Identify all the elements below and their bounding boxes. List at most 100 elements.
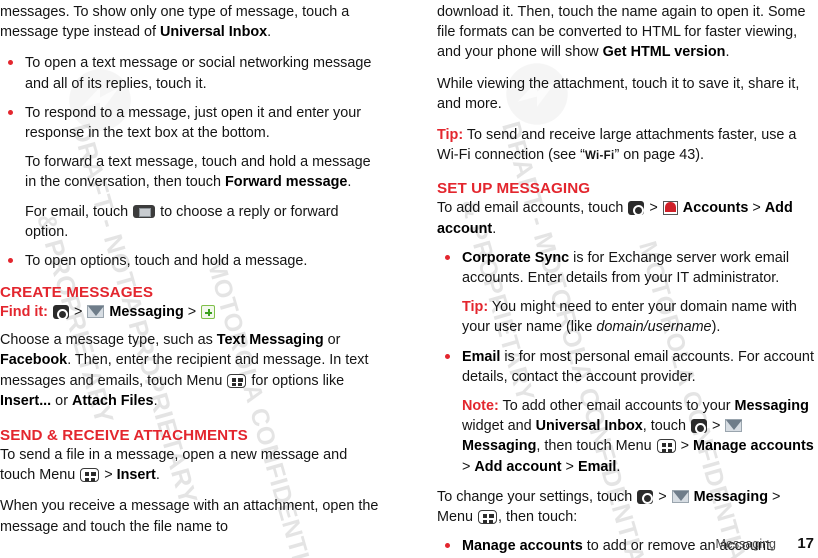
bold-manage-accounts: Manage accounts — [692, 438, 814, 455]
reply-forward-icon — [133, 204, 156, 218]
list-item: Email is for most personal email account… — [437, 347, 818, 477]
text-part: , then touch Menu — [536, 438, 656, 455]
find-it-label: Find it: — [0, 304, 48, 321]
envelope-icon[interactable] — [87, 305, 105, 319]
text-part: or — [51, 392, 72, 409]
continued-paragraph-right: download it. Then, touch the name again … — [437, 2, 818, 63]
italic-domain-username: domain/username — [596, 319, 712, 336]
text-part: . — [616, 458, 621, 475]
launcher-icon[interactable] — [628, 201, 645, 216]
page-number: 17 — [797, 535, 814, 552]
note-label: Note: — [462, 398, 499, 415]
text-part: To add other email accounts to your — [498, 398, 735, 415]
view-attachment-paragraph: While viewing the attachment, touch it t… — [437, 75, 800, 112]
text-part: > — [100, 467, 117, 484]
text-part: ” on page 43). — [614, 147, 705, 164]
bold-universal-inbox: Universal Inbox — [535, 418, 643, 435]
path-separator: > — [748, 200, 765, 217]
email-reply-paragraph: For email, touch to choose a reply or fo… — [25, 202, 381, 242]
accounts-icon[interactable] — [662, 201, 678, 216]
text-part: > — [654, 488, 671, 505]
left-column: messages. To show only one type of messa… — [0, 0, 381, 535]
menu-icon[interactable] — [478, 510, 497, 525]
menu-icon[interactable] — [80, 468, 100, 483]
text-part: or — [323, 332, 341, 349]
text-part: To change your settings, touch — [437, 488, 637, 505]
section-heading-send-receive-attachments: Send & receive attachments — [0, 427, 248, 445]
list-item: To open options, touch and hold a messag… — [0, 251, 381, 271]
list-item: To respond to a message, just open it an… — [0, 103, 381, 242]
bold-attach-files: Attach Files — [71, 392, 154, 409]
launcher-icon[interactable] — [52, 305, 69, 320]
tip-wifi-paragraph: Tip: To send and receive large attachmen… — [437, 125, 818, 166]
list-item: To open a text message or social network… — [0, 53, 381, 93]
cross-reference-wifi[interactable]: Wi-Fi — [585, 150, 615, 162]
text-part: . — [492, 220, 497, 237]
bold-insert: Insert — [116, 467, 156, 484]
new-message-plus-icon[interactable] — [201, 305, 216, 320]
two-column-body: messages. To show only one type of messa… — [0, 0, 818, 554]
bold-messaging: Messaging — [693, 488, 768, 505]
section-heading-set-up-messaging: Set up messaging — [437, 180, 591, 198]
tip-label: Tip: — [462, 299, 489, 316]
bold-facebook: Facebook — [0, 352, 68, 369]
bullet-text: To open options, touch and hold a messag… — [25, 253, 308, 270]
launcher-icon[interactable] — [690, 419, 707, 434]
bold-messaging: Messaging — [734, 398, 809, 415]
change-settings-paragraph: To change your settings, touch > Messagi… — [437, 487, 818, 527]
bold-add-account: Add account — [474, 458, 562, 475]
text-part: . — [347, 174, 352, 191]
receive-attachment-paragraph: When you receive a message with an attac… — [0, 498, 379, 535]
footer-section-label: Messaging — [715, 537, 776, 551]
text-part: . — [725, 44, 730, 61]
send-file-paragraph: To send a file in a message, open a new … — [0, 445, 381, 485]
text-part: ). — [711, 319, 721, 336]
tip-label: Tip: — [437, 127, 464, 144]
bold-insert: Insert... — [0, 392, 52, 409]
text-part: > — [561, 458, 578, 475]
menu-icon[interactable] — [227, 373, 247, 388]
bold-accounts: Accounts — [682, 200, 749, 217]
section-heading-create-messages: Create messages — [0, 284, 154, 302]
right-bullet-list: Corporate Sync is for Exchange server wo… — [437, 248, 818, 477]
text-part: Choose a message type, such as — [0, 332, 217, 349]
list-item: Corporate Sync is for Exchange server wo… — [437, 248, 818, 338]
menu-icon[interactable] — [656, 439, 676, 454]
add-email-accounts-paragraph: To add email accounts, touch > Accounts … — [437, 198, 818, 238]
envelope-icon[interactable] — [725, 419, 743, 433]
launcher-icon[interactable] — [637, 489, 654, 505]
text-part: for options like — [247, 372, 345, 389]
text-part: To send a file in a message, open a new … — [0, 447, 348, 484]
bullet-text: To open a text message or social network… — [25, 55, 372, 92]
envelope-icon[interactable] — [671, 489, 689, 503]
text-part: . — [155, 467, 160, 484]
find-it-app-label: Messaging — [109, 304, 184, 321]
tip-domain-paragraph: Tip: You might need to enter your domain… — [462, 297, 818, 337]
bold-forward-message: Forward message — [225, 174, 348, 191]
bold-corporate-sync: Corporate Sync — [462, 249, 570, 266]
text-part: , touch — [642, 418, 690, 435]
text-part: > — [462, 458, 475, 475]
page-footer: Messaging 17 — [0, 535, 818, 552]
forward-message-paragraph: To forward a text message, touch and hol… — [25, 152, 381, 192]
bold-email: Email — [577, 458, 617, 475]
path-separator: > — [187, 304, 197, 321]
text-part: > — [676, 438, 693, 455]
right-column: download it. Then, touch the name again … — [437, 0, 818, 554]
path-separator: > — [645, 200, 662, 217]
text-part: . — [153, 392, 158, 409]
continued-paragraph: messages. To show only one type of messa… — [0, 2, 381, 42]
text-part: , then touch: — [498, 509, 578, 526]
note-other-accounts-paragraph: Note: To add other email accounts to you… — [462, 396, 818, 477]
bold-get-html-version: Get HTML version — [602, 44, 726, 61]
path-separator: > — [73, 304, 83, 321]
text-part: For email, touch — [25, 203, 133, 220]
create-messages-paragraph: Choose a message type, such as Text Mess… — [0, 330, 381, 411]
bullet-text: is for most personal email accounts. For… — [462, 348, 814, 385]
text-part: . — [267, 24, 272, 41]
left-bullet-list: To open a text message or social network… — [0, 53, 381, 271]
bold-universal-inbox: Universal Inbox — [160, 24, 268, 41]
find-it-path: Find it: > Messaging > — [0, 302, 381, 322]
manual-page: messages. To show only one type of messa… — [0, 0, 818, 558]
bold-text-messaging: Text Messaging — [216, 332, 324, 349]
